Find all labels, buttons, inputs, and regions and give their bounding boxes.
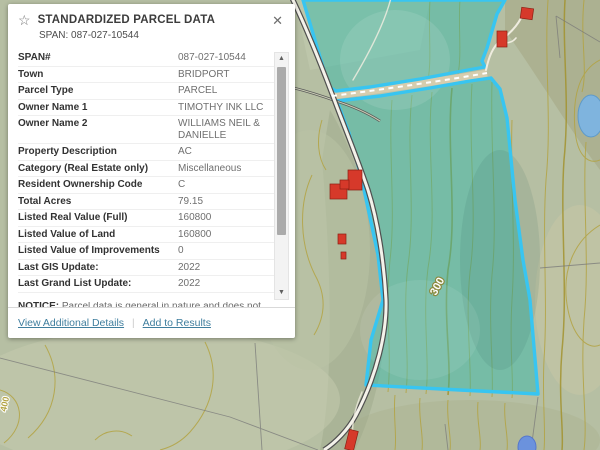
table-row: Listed Value of Land160800 — [18, 227, 275, 244]
table-row: TownBRIDPORT — [18, 67, 275, 84]
attribute-value: AC — [178, 145, 275, 159]
table-row: Property DescriptionAC — [18, 144, 275, 161]
table-row: Listed Real Value (Full)160800 — [18, 210, 275, 227]
attribute-label: Town — [18, 68, 178, 82]
scroll-down-icon[interactable]: ▼ — [275, 287, 288, 299]
close-icon[interactable]: ✕ — [270, 14, 285, 27]
table-row: Total Acres79.15 — [18, 194, 275, 211]
attribute-label: Total Acres — [18, 195, 178, 209]
attribute-label: Parcel Type — [18, 84, 178, 98]
popup-subtitle-span: SPAN: 087-027-10544 — [39, 30, 285, 41]
table-row: Owner Name 1TIMOTHY INK LLC — [18, 100, 275, 117]
attribute-value: 2022 — [178, 277, 275, 291]
building — [497, 31, 507, 47]
table-row: SPAN#087-027-10544 — [18, 50, 275, 67]
table-row: Category (Real Estate only)Miscellaneous — [18, 161, 275, 178]
table-row: Parcel TypePARCEL — [18, 83, 275, 100]
attribute-value: C — [178, 178, 275, 192]
view-additional-details-link[interactable]: View Additional Details — [18, 317, 124, 329]
attribute-value: TIMOTHY INK LLC — [178, 101, 275, 115]
building — [348, 170, 362, 190]
gis-app-window: 400 300 — [0, 0, 600, 450]
table-row: Last GIS Update:2022 — [18, 260, 275, 277]
attribute-table: SPAN#087-027-10544 TownBRIDPORT Parcel T… — [18, 50, 275, 293]
attribute-label: Property Description — [18, 145, 178, 159]
attribute-value: 087-027-10544 — [178, 51, 275, 65]
building — [340, 180, 349, 189]
attribute-label: Category (Real Estate only) — [18, 162, 178, 176]
attribute-label: Resident Ownership Code — [18, 178, 178, 192]
attribute-value: 160800 — [178, 228, 275, 242]
add-to-results-link[interactable]: Add to Results — [143, 317, 211, 329]
attribute-value: BRIDPORT — [178, 68, 275, 82]
attribute-label: Listed Value of Land — [18, 228, 178, 242]
pond — [578, 95, 600, 137]
attribute-value: 79.15 — [178, 195, 275, 209]
building — [338, 234, 346, 244]
parcel-info-popup: ☆ STANDARDIZED PARCEL DATA ✕ SPAN: 087-0… — [8, 4, 295, 338]
attribute-value: 160800 — [178, 211, 275, 225]
popup-footer: View Additional Details | Add to Results — [8, 307, 295, 338]
attribute-label: Last Grand List Update: — [18, 277, 178, 291]
attribute-label: Last GIS Update: — [18, 261, 178, 275]
attribute-label: Owner Name 1 — [18, 101, 178, 115]
attribute-value: Miscellaneous — [178, 162, 275, 176]
building — [520, 7, 533, 20]
link-separator: | — [132, 318, 135, 329]
favorite-star-icon[interactable]: ☆ — [18, 13, 31, 27]
scrollbar-thumb[interactable] — [277, 67, 286, 235]
attribute-value: WILLIAMS NEIL & DANIELLE — [178, 117, 275, 142]
table-row: Last Grand List Update:2022 — [18, 276, 275, 293]
popup-header: ☆ STANDARDIZED PARCEL DATA ✕ SPAN: 087-0… — [8, 4, 295, 44]
table-row: Listed Value of Improvements0 — [18, 243, 275, 260]
attribute-label: Listed Real Value (Full) — [18, 211, 178, 225]
scroll-up-icon[interactable]: ▲ — [275, 53, 288, 65]
attribute-value: 2022 — [178, 261, 275, 275]
popup-scrollbar[interactable]: ▲ ▼ — [274, 52, 289, 300]
building — [341, 252, 346, 259]
table-row: Owner Name 2WILLIAMS NEIL & DANIELLE — [18, 116, 275, 144]
popup-title: STANDARDIZED PARCEL DATA — [38, 14, 271, 26]
table-row: Resident Ownership CodeC — [18, 177, 275, 194]
attribute-value: PARCEL — [178, 84, 275, 98]
attribute-label: Owner Name 2 — [18, 117, 178, 142]
attribute-value: 0 — [178, 244, 275, 258]
attribute-label: Listed Value of Improvements — [18, 244, 178, 258]
attribute-label: SPAN# — [18, 51, 178, 65]
